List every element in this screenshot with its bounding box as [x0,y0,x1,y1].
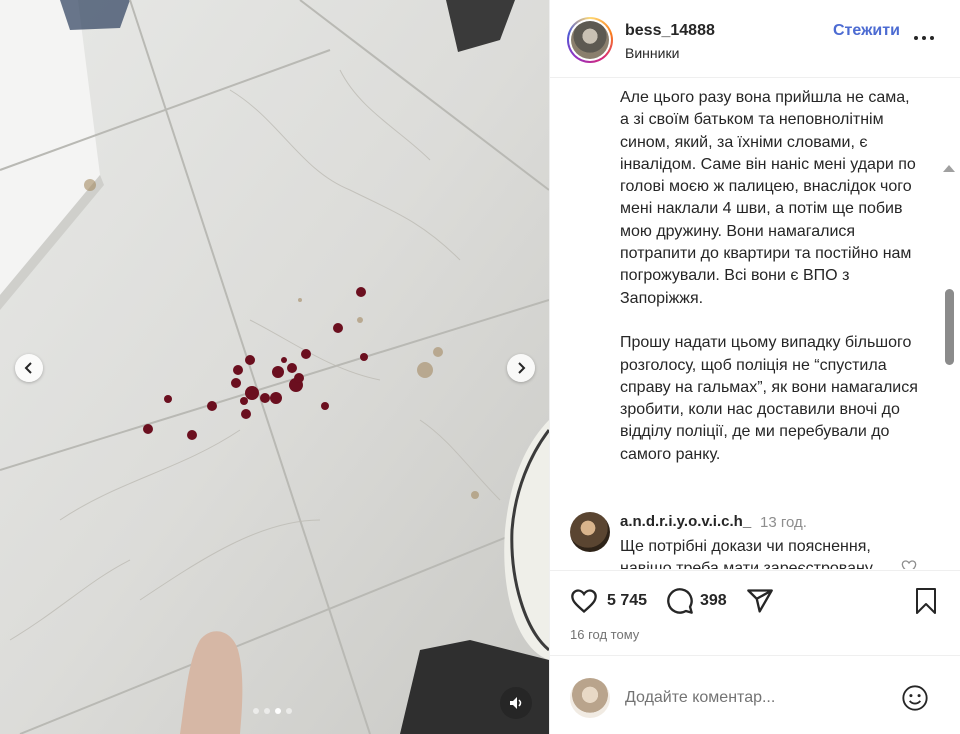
paper-plane-icon [747,589,773,613]
more-options-button[interactable] [914,36,936,42]
share-button[interactable] [746,587,774,615]
previous-slide-button[interactable] [15,354,43,382]
heart-icon [571,589,597,614]
more-horizontal-icon [914,36,918,40]
post-header: bess_14888 Винники Стежити [550,0,960,78]
slide-dot [286,708,292,714]
slide-indicator [253,708,292,714]
post-side-panel: bess_14888 Винники Стежити Але цього раз… [549,0,960,734]
emoji-button[interactable] [901,684,929,712]
like-button[interactable] [570,587,598,615]
comment-input[interactable] [625,686,885,710]
chevron-right-icon [518,362,526,374]
post-caption: Але цього разу вона прийшла не сама, а з… [620,89,918,463]
author-avatar[interactable] [567,17,613,63]
like-count[interactable]: 5 745 [607,592,647,610]
comment-button[interactable] [666,587,694,615]
comments-scroll-area[interactable]: Але цього разу вона прийшла не сама, а з… [550,79,960,569]
comment-count[interactable]: 398 [700,592,727,610]
follow-button[interactable]: Стежити [833,22,900,40]
author-username[interactable]: bess_14888 [625,22,715,40]
chevron-left-icon [24,362,32,374]
post-media[interactable] [0,0,549,734]
floor-photo [0,0,549,734]
scrollbar-thumb[interactable] [945,289,954,365]
save-button[interactable] [914,587,938,615]
speaker-icon [510,697,522,709]
comment-like-button[interactable] [901,559,917,569]
current-user-avatar [570,678,610,718]
post-timestamp[interactable]: 16 год тому [570,627,639,642]
mute-button[interactable] [500,687,532,719]
next-slide-button[interactable] [507,354,535,382]
comment-time[interactable]: 13 год. [760,514,807,531]
add-comment-bar [550,655,960,734]
comment-username[interactable]: a.n.d.r.i.y.o.v.i.c.h_ [620,513,751,530]
bookmark-icon [916,588,936,614]
slide-dot [275,708,281,714]
comment-avatar[interactable] [570,512,610,552]
comment-text: Ще потрібні докази чи пояснення, навіщо … [620,538,876,569]
comment-bubble-icon [667,588,693,614]
scroll-up-arrow[interactable] [943,165,955,172]
slide-dot [264,708,270,714]
post-actions: 5 745 398 16 год тому [550,570,960,655]
slide-dot [253,708,259,714]
heart-icon [901,560,917,569]
smiley-icon [902,685,928,711]
post-location[interactable]: Винники [625,45,679,61]
